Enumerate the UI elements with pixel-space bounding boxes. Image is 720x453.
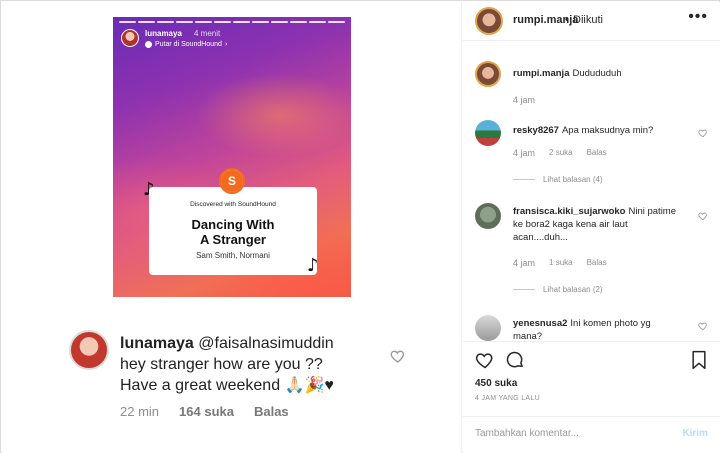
view-replies-button[interactable]: Lihat balasan (4) <box>513 175 603 184</box>
comment-username[interactable]: resky8267 <box>513 125 559 136</box>
replies-divider <box>513 289 535 290</box>
comment-bubble-icon[interactable] <box>505 350 525 370</box>
embedded-comment-text: lunamaya @faisalnasimuddin hey stranger … <box>120 335 334 394</box>
comments-list[interactable]: rumpi.manja Dudududuh 4 jam resky8267 Apa … <box>463 43 720 341</box>
like-heart-icon[interactable] <box>475 350 495 370</box>
song-title: Dancing With A Stranger <box>191 217 275 247</box>
soundhound-mini-icon <box>145 41 152 48</box>
comment-username[interactable]: rumpi.manja <box>513 68 570 79</box>
embedded-comment-meta: 22 min 164 suka Balas <box>120 404 289 419</box>
author-avatar[interactable] <box>475 7 503 35</box>
add-comment-bar: Kirim <box>463 416 720 453</box>
comment-text: Apa maksudnya min? <box>561 125 654 136</box>
heart-icon <box>390 350 405 363</box>
music-note-icon: ♪ <box>307 255 319 276</box>
avatar[interactable] <box>475 315 501 341</box>
heart-icon[interactable] <box>698 321 708 331</box>
replies-divider <box>513 179 535 180</box>
comment-time[interactable]: 4 jam <box>513 258 535 268</box>
story-time: 4 menit <box>194 29 221 38</box>
comment-time[interactable]: 4 jam <box>513 148 535 158</box>
avatar[interactable] <box>475 120 501 146</box>
more-options-icon[interactable]: ••• <box>688 8 708 26</box>
comment-text: Dudududuh <box>572 68 622 79</box>
send-comment-button[interactable]: Kirim <box>682 428 708 439</box>
song-artist: Sam Smith, Normani <box>196 251 270 260</box>
comment-likes[interactable]: 2 suka <box>549 148 573 158</box>
reply-button[interactable]: Balas <box>587 148 607 158</box>
song-card: Discovered with SoundHound Dancing With … <box>149 187 317 275</box>
avatar[interactable] <box>475 61 501 87</box>
song-card-discovered: Discovered with SoundHound <box>190 201 276 208</box>
story-progress-bar <box>119 21 345 23</box>
post-media: lunamaya 4 menit Putar di SoundHound › D… <box>2 2 462 453</box>
comment-time[interactable]: 4 jam <box>513 95 535 105</box>
embedded-avatar <box>69 330 109 370</box>
post-modal: lunamaya 4 menit Putar di SoundHound › D… <box>0 0 720 453</box>
heart-icon[interactable] <box>698 128 708 138</box>
story-subtitle: Putar di SoundHound <box>155 41 222 48</box>
comment-input[interactable] <box>475 428 655 439</box>
chevron-right-icon: › <box>224 41 228 48</box>
bookmark-icon[interactable] <box>690 350 708 370</box>
post-actions: 450 suka 4 JAM YANG LALU <box>463 341 720 411</box>
comment-username[interactable]: yenesnusa2 <box>513 318 567 329</box>
story-avatar <box>121 29 139 47</box>
story-soundhound-link: Putar di SoundHound › <box>145 41 227 48</box>
likes-count[interactable]: 450 suka <box>475 378 517 389</box>
avatar[interactable] <box>475 203 501 229</box>
follow-status[interactable]: Diikuti <box>573 14 603 26</box>
comment-likes[interactable]: 1 suka <box>549 258 573 268</box>
view-replies-button[interactable]: Lihat balasan (2) <box>513 285 603 294</box>
post-timestamp[interactable]: 4 JAM YANG LALU <box>475 395 540 402</box>
header-separator: • <box>565 14 569 26</box>
post-side-panel: rumpi.manja • Diikuti ••• rumpi.manja Dud… <box>463 2 720 453</box>
story-screenshot: lunamaya 4 menit Putar di SoundHound › D… <box>113 17 351 297</box>
reply-button[interactable]: Balas <box>587 258 607 268</box>
music-note-icon: ♪ <box>143 179 155 200</box>
story-username: lunamaya <box>145 29 182 38</box>
comment-username[interactable]: fransisca.kiki_sujarwoko <box>513 206 625 217</box>
soundhound-logo-icon <box>219 168 245 194</box>
heart-icon[interactable] <box>698 211 708 221</box>
post-header: rumpi.manja • Diikuti ••• <box>463 2 720 41</box>
